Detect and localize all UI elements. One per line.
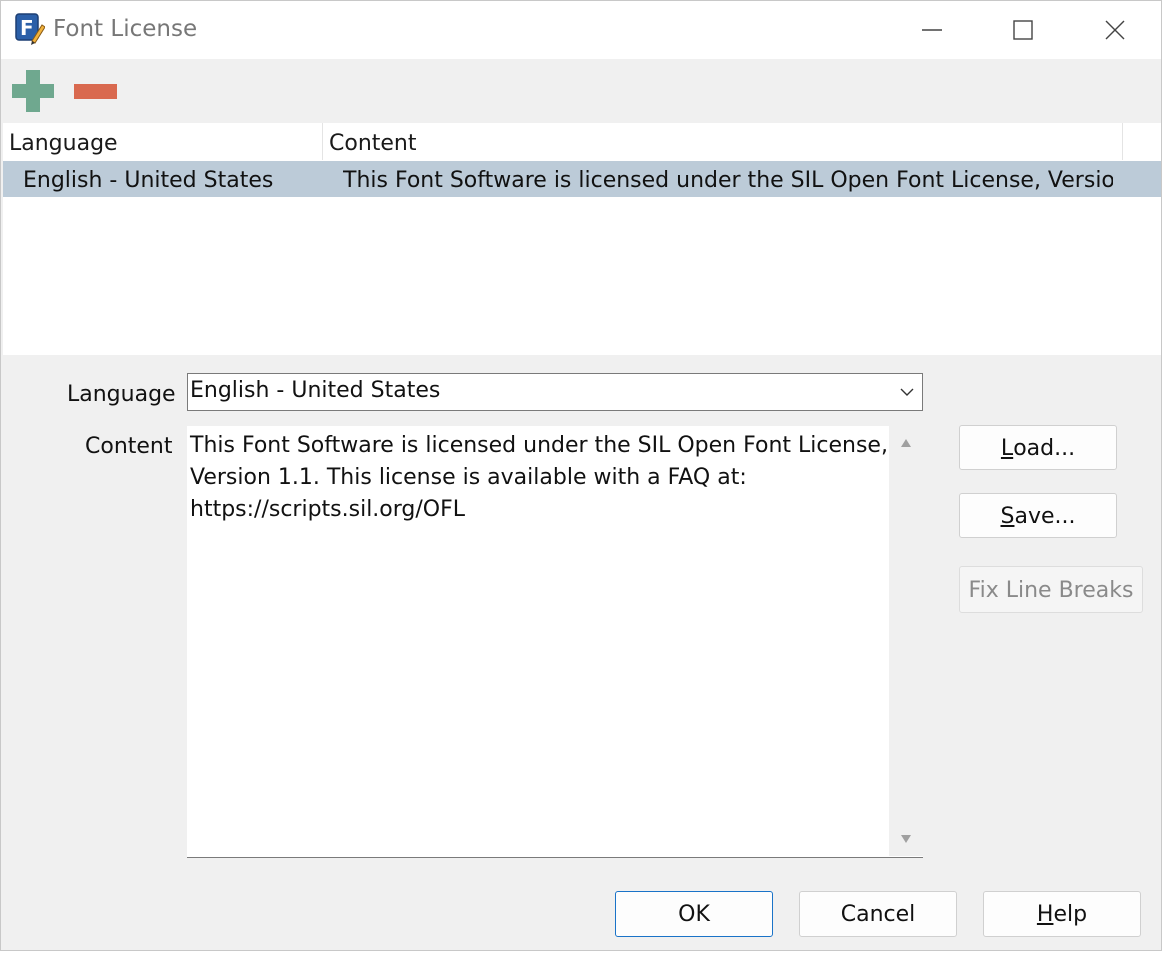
fix-line-breaks-label: Fix Line Breaks [968, 578, 1134, 603]
load-button[interactable]: Load... [959, 425, 1117, 470]
close-icon [1105, 20, 1125, 40]
column-header-content[interactable]: Content [323, 123, 1123, 160]
content-line: This Font Software is licensed under the… [190, 433, 888, 458]
help-button-label: elp [1053, 902, 1088, 927]
plus-icon [12, 70, 54, 112]
title-bar[interactable]: F Font License [1, 1, 1161, 59]
fix-line-breaks-button[interactable]: Fix Line Breaks [959, 566, 1143, 613]
minimize-icon [922, 29, 942, 31]
window-title: Font License [53, 16, 198, 42]
row-content-cell: This Font Software is licensed under the… [343, 168, 1113, 193]
row-language-cell: English - United States [23, 168, 274, 193]
ok-button[interactable]: OK [615, 891, 773, 937]
maximize-button[interactable] [977, 1, 1069, 59]
remove-language-button[interactable] [73, 83, 119, 101]
font-license-dialog: F Font License Language Content English … [0, 0, 1162, 951]
content-label: Content [85, 434, 173, 459]
cancel-button-label: Cancel [840, 902, 916, 927]
load-button-accel: L [1000, 436, 1014, 461]
save-button-label: ave... [1014, 504, 1076, 529]
maximize-icon [1013, 20, 1033, 40]
load-button-label: oad... [1013, 436, 1076, 461]
save-button-accel: S [1000, 504, 1015, 529]
minus-icon [74, 84, 117, 99]
close-button[interactable] [1069, 1, 1161, 59]
content-line: https://scripts.sil.org/OFL [190, 497, 466, 522]
language-label: Language [67, 382, 176, 407]
help-button[interactable]: Help [983, 891, 1141, 937]
language-select[interactable]: English - United States [187, 373, 923, 411]
scroll-up-arrow-icon[interactable] [900, 438, 912, 448]
column-header-language[interactable]: Language [3, 123, 323, 160]
minimize-button[interactable] [886, 1, 978, 59]
list-row[interactable]: English - United States This Font Softwa… [3, 161, 1161, 197]
list-header: Language Content [3, 123, 1161, 160]
content-scrollbar[interactable] [889, 426, 923, 856]
toolbar [1, 59, 1161, 123]
help-button-accel: H [1036, 902, 1054, 927]
content-textarea[interactable]: This Font Software is licensed under the… [187, 426, 923, 858]
cancel-button[interactable]: Cancel [799, 891, 957, 937]
ok-button-label: OK [678, 902, 710, 927]
svg-text:F: F [20, 16, 34, 40]
language-select-value: English - United States [190, 378, 441, 403]
content-line: Version 1.1. This license is available w… [190, 465, 747, 490]
chevron-down-icon [900, 388, 914, 396]
content-text: This Font Software is licensed under the… [190, 430, 888, 526]
license-list[interactable]: Language Content English - United States… [3, 123, 1161, 355]
add-language-button[interactable] [11, 69, 57, 115]
save-button[interactable]: Save... [959, 493, 1117, 538]
fontforge-app-icon: F [15, 13, 46, 45]
scroll-down-arrow-icon[interactable] [900, 834, 912, 844]
